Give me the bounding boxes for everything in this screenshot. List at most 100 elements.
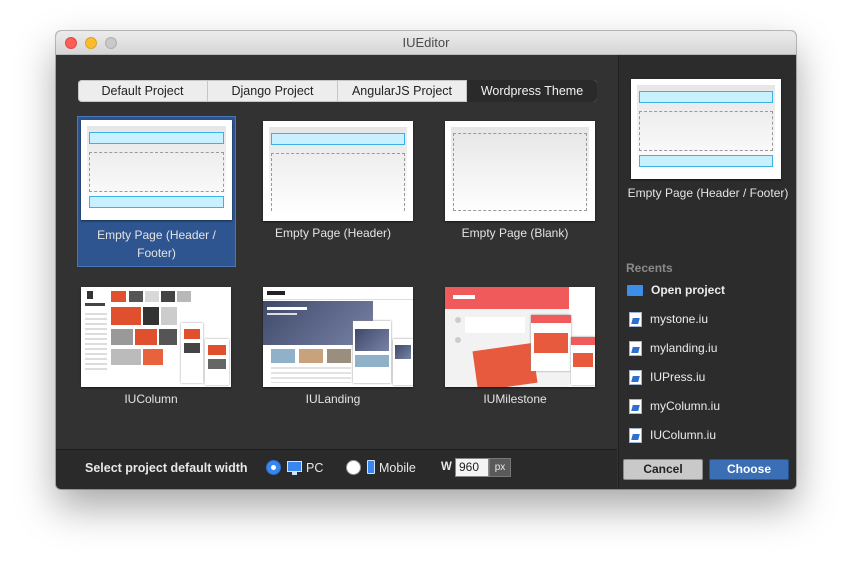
recent-file-name: mystone.iu bbox=[650, 312, 709, 326]
tab-wordpress-theme[interactable]: Wordpress Theme bbox=[467, 80, 597, 102]
iu-file-icon bbox=[629, 427, 642, 443]
header-band bbox=[571, 337, 595, 345]
dialog-window: IUEditor Default Project Django Project … bbox=[56, 31, 796, 489]
project-type-tabs: Default Project Django Project AngularJS… bbox=[78, 80, 597, 102]
template-thumbnail bbox=[81, 120, 232, 220]
recent-file-item[interactable]: mylanding.iu bbox=[629, 339, 717, 357]
window-title: IUEditor bbox=[402, 35, 450, 50]
mobile-radio[interactable] bbox=[346, 460, 361, 475]
desktop-icon-stand bbox=[292, 472, 297, 475]
template-thumbnail bbox=[263, 121, 413, 221]
nav-bar bbox=[263, 287, 413, 300]
footer-block bbox=[89, 196, 224, 208]
template-empty-header[interactable]: Empty Page (Header) bbox=[255, 113, 413, 261]
logo-mark bbox=[87, 291, 93, 299]
width-input[interactable]: 960 bbox=[455, 458, 489, 477]
image-block bbox=[143, 307, 159, 325]
image-block bbox=[327, 349, 351, 363]
recent-file-name: myColumn.iu bbox=[650, 399, 721, 413]
selected-template-label: Empty Page (Header / Footer) bbox=[627, 186, 789, 200]
template-area: Default Project Django Project AngularJS… bbox=[56, 55, 617, 449]
image-block bbox=[299, 349, 323, 363]
image-block bbox=[184, 329, 200, 339]
image-block bbox=[111, 307, 141, 325]
template-label: IUMilestone bbox=[483, 392, 547, 406]
recent-file-item[interactable]: mystone.iu bbox=[629, 310, 708, 328]
footer-block bbox=[639, 155, 773, 167]
iu-file-icon bbox=[629, 340, 642, 356]
iu-file-icon bbox=[629, 398, 642, 414]
image-block bbox=[161, 307, 177, 325]
pc-label[interactable]: PC bbox=[306, 461, 323, 475]
hero-text bbox=[267, 313, 297, 315]
tab-django-project[interactable]: Django Project bbox=[208, 80, 338, 102]
hero-image bbox=[395, 345, 411, 359]
header-title bbox=[453, 295, 475, 299]
template-preview-image bbox=[445, 287, 595, 387]
tab-default-project[interactable]: Default Project bbox=[78, 80, 208, 102]
mobile-label[interactable]: Mobile bbox=[379, 461, 416, 475]
open-project-label: Open project bbox=[651, 283, 726, 297]
content-area bbox=[89, 152, 224, 192]
template-iumilestone[interactable]: IUMilestone bbox=[437, 279, 595, 427]
template-preview-image bbox=[263, 287, 413, 387]
hero-image bbox=[355, 329, 389, 351]
width-unit: px bbox=[489, 458, 511, 477]
pc-radio[interactable] bbox=[266, 460, 281, 475]
image-block bbox=[143, 349, 163, 365]
content-area bbox=[639, 111, 773, 151]
template-label: IULanding bbox=[305, 392, 361, 406]
template-label: IUColumn bbox=[124, 392, 178, 406]
cancel-button[interactable]: Cancel bbox=[623, 459, 703, 480]
header-band bbox=[531, 315, 571, 323]
image-block bbox=[573, 353, 593, 367]
image-block bbox=[129, 291, 143, 302]
content-card bbox=[465, 317, 525, 333]
template-empty-header-footer[interactable]: Empty Page (Header / Footer) bbox=[77, 116, 236, 267]
image-block bbox=[208, 359, 226, 369]
image-block bbox=[135, 329, 157, 345]
bottom-bar: Select project default width PC Mobile W… bbox=[56, 449, 617, 489]
template-label: Empty Page (Blank) bbox=[461, 226, 569, 240]
iu-file-icon bbox=[629, 311, 642, 327]
template-iucolumn[interactable]: IUColumn bbox=[73, 279, 231, 427]
header-block bbox=[89, 132, 224, 144]
image-block bbox=[208, 345, 226, 355]
image-block bbox=[161, 291, 175, 302]
image-block bbox=[271, 349, 295, 363]
recent-file-item[interactable]: IUPress.iu bbox=[629, 368, 705, 386]
template-empty-blank[interactable]: Empty Page (Blank) bbox=[437, 113, 595, 261]
recent-file-name: IUPress.iu bbox=[650, 370, 706, 384]
selected-template-preview bbox=[631, 79, 781, 179]
width-label: W bbox=[441, 461, 452, 473]
template-preview-image bbox=[81, 287, 231, 387]
logo-mark bbox=[267, 291, 285, 295]
template-iulanding[interactable]: IULanding bbox=[255, 279, 413, 427]
recent-file-item[interactable]: myColumn.iu bbox=[629, 397, 720, 415]
image-block bbox=[159, 329, 177, 345]
text-column bbox=[85, 313, 107, 373]
content-area bbox=[453, 133, 587, 211]
image-block bbox=[472, 343, 538, 387]
recent-file-name: mylanding.iu bbox=[650, 341, 718, 355]
desktop-icon bbox=[287, 461, 302, 472]
image-block bbox=[534, 333, 568, 353]
image-block bbox=[184, 343, 200, 353]
image-block bbox=[177, 291, 191, 302]
template-label: Empty Page (Header) bbox=[274, 226, 392, 240]
template-thumbnail bbox=[445, 121, 595, 221]
open-project-item[interactable]: Open project bbox=[627, 281, 725, 299]
tab-angularjs-project[interactable]: AngularJS Project bbox=[338, 80, 467, 102]
site-title-bar bbox=[85, 303, 105, 306]
image-block bbox=[355, 355, 389, 367]
folder-icon bbox=[627, 284, 643, 296]
iu-file-icon bbox=[629, 369, 642, 385]
header-block bbox=[639, 91, 773, 103]
recent-file-item[interactable]: IUColumn.iu bbox=[629, 426, 716, 444]
mobile-icon bbox=[367, 460, 375, 474]
side-panel: Empty Page (Header / Footer) Recents Ope… bbox=[618, 55, 796, 489]
choose-button[interactable]: Choose bbox=[709, 459, 789, 480]
image-block bbox=[111, 329, 133, 345]
image-block bbox=[111, 349, 141, 365]
template-label: Empty Page (Header / Footer) bbox=[97, 228, 216, 260]
